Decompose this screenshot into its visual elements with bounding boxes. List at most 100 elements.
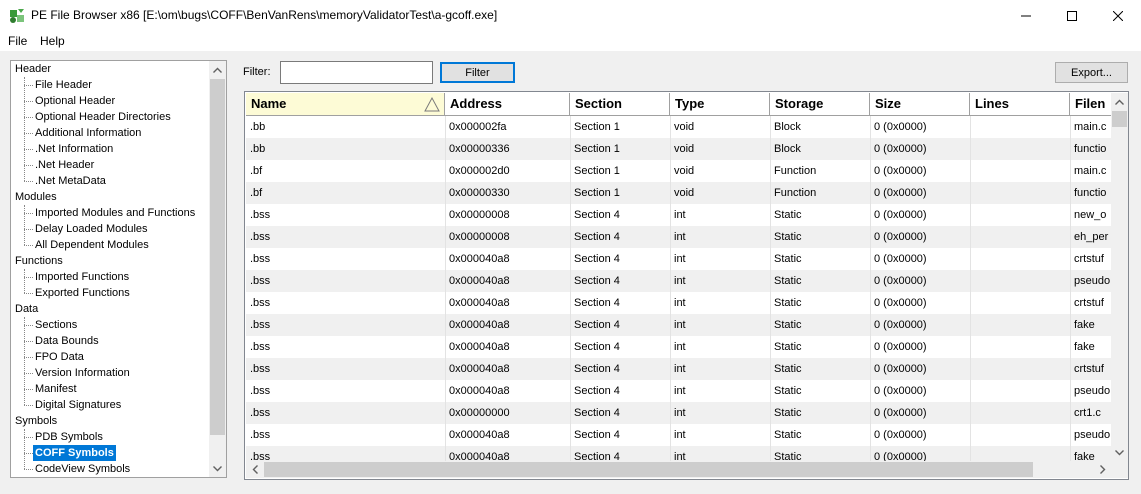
export-button[interactable]: Export...	[1055, 62, 1128, 83]
tree-node-functions[interactable]: Functions	[15, 253, 63, 269]
cell-type: int	[674, 363, 686, 375]
tree-node-modules[interactable]: Modules	[15, 189, 57, 205]
column-header-name[interactable]: Name	[246, 93, 445, 116]
cell-section: Section 4	[574, 231, 620, 243]
scroll-up-icon[interactable]	[209, 61, 226, 78]
tree-item-codeview-symbols[interactable]: CodeView Symbols	[35, 461, 130, 477]
navigation-tree[interactable]: Header File Header Optional Header Optio…	[10, 60, 227, 478]
column-header-filename[interactable]: Filen	[1070, 93, 1111, 116]
table-row[interactable]: .bss 0x00000008 Section 4 int Static 0 (0x000…	[246, 226, 1111, 248]
tree-item-file-header[interactable]: File Header	[35, 77, 92, 93]
tree-item-coff-symbols[interactable]: COFF Symbols	[33, 445, 116, 461]
grid-hscroll-thumb[interactable]	[264, 462, 1033, 477]
filter-button[interactable]: Filter	[440, 62, 515, 83]
tree-item-all-dependent-modules[interactable]: All Dependent Modules	[35, 237, 149, 253]
tree-item-sections[interactable]: Sections	[35, 317, 77, 333]
table-row[interactable]: .bss 0x000040a8 Section 4 int Static 0 (0x000…	[246, 248, 1111, 270]
column-header-type[interactable]: Type	[670, 93, 770, 116]
tree-item-additional-information[interactable]: Additional Information	[35, 125, 141, 141]
cell-address: 0x000040a8	[449, 363, 510, 375]
tree-item-version-information[interactable]: Version Information	[35, 365, 130, 381]
table-row[interactable]: .bb 0x000002fa Section 1 void Block 0 (0x0000…	[246, 116, 1111, 138]
tree-vertical-scrollbar[interactable]	[209, 61, 226, 477]
tree-item-exported-functions[interactable]: Exported Functions	[35, 285, 130, 301]
cell-name: .bss	[250, 429, 271, 441]
cell-storage: Static	[774, 385, 802, 397]
cell-address: 0x000040a8	[449, 385, 510, 397]
tree-item-pdb-symbols[interactable]: PDB Symbols	[35, 429, 103, 445]
table-row[interactable]: .bb 0x00000336 Section 1 void Block 0 (0x0000…	[246, 138, 1111, 160]
table-row[interactable]: .bss 0x00000008 Section 4 int Static 0 (0x000…	[246, 204, 1111, 226]
tree-item-optional-header-directories[interactable]: Optional Header Directories	[35, 109, 171, 125]
column-header-storage[interactable]: Storage	[770, 93, 870, 116]
cell-section: Section 1	[574, 143, 620, 155]
menu-help[interactable]: Help	[40, 34, 65, 48]
table-row[interactable]: .bf 0x000002d0 Section 1 void Function 0 (0x0…	[246, 160, 1111, 182]
table-row[interactable]: .bss 0x000040a8 Section 4 int Static 0 (0x000…	[246, 292, 1111, 314]
cell-type: int	[674, 297, 686, 309]
close-button[interactable]	[1095, 0, 1141, 31]
cell-storage: Static	[774, 341, 802, 353]
tree-item-data-bounds[interactable]: Data Bounds	[35, 333, 99, 349]
tree-node-data[interactable]: Data	[15, 301, 38, 317]
cell-name: .bss	[250, 297, 271, 309]
cell-lines	[970, 358, 1070, 380]
tree-node-header[interactable]: Header	[15, 61, 51, 77]
close-icon	[1113, 10, 1123, 21]
tree-connector	[24, 269, 25, 293]
scroll-down-icon[interactable]	[209, 460, 226, 477]
table-row[interactable]: .bss 0x00000000 Section 4 int Static 0 (0x000…	[246, 402, 1111, 424]
tree-item-net-metadata[interactable]: .Net MetaData	[35, 173, 106, 189]
tree-connector	[24, 205, 25, 245]
tree-item-manifest[interactable]: Manifest	[35, 381, 77, 397]
tree-scroll-thumb[interactable]	[210, 79, 225, 435]
table-row[interactable]: .bss 0x000040a8 Section 4 int Static 0 (0x000…	[246, 336, 1111, 358]
scroll-right-icon[interactable]	[1094, 461, 1111, 478]
cell-name: .bss	[250, 253, 271, 265]
tree-item-imported-functions[interactable]: Imported Functions	[35, 269, 129, 285]
filter-input[interactable]	[280, 61, 433, 84]
column-header-size[interactable]: Size	[870, 93, 970, 116]
table-row[interactable]: .bss 0x000040a8 Section 4 int Static 0 (0x000…	[246, 424, 1111, 446]
tree-item-delay-loaded-modules[interactable]: Delay Loaded Modules	[35, 221, 148, 237]
cell-section: Section 4	[574, 209, 620, 221]
menu-file[interactable]: File	[8, 34, 27, 48]
coff-symbols-grid[interactable]: Name Address Section Type Storage Size L…	[244, 91, 1129, 480]
maximize-button[interactable]	[1049, 0, 1095, 31]
scroll-left-icon[interactable]	[246, 461, 263, 478]
cell-lines	[970, 402, 1070, 424]
cell-name: .bss	[250, 385, 271, 397]
cell-size: 0 (0x0000)	[874, 275, 927, 287]
cell-type: int	[674, 429, 686, 441]
cell-filename: crt1.c	[1074, 407, 1101, 419]
cell-filename: pseudo	[1074, 275, 1111, 287]
scroll-up-icon[interactable]	[1111, 93, 1128, 110]
column-header-section[interactable]: Section	[570, 93, 670, 116]
cell-type: int	[674, 275, 686, 287]
tree-item-fpo-data[interactable]: FPO Data	[35, 349, 84, 365]
minimize-button[interactable]	[1003, 0, 1049, 31]
table-row[interactable]: .bss 0x000040a8 Section 4 int Static 0 (0x000…	[246, 358, 1111, 380]
cell-filename: crtstuf	[1074, 363, 1104, 375]
scroll-down-icon[interactable]	[1111, 444, 1128, 461]
cell-section: Section 4	[574, 385, 620, 397]
cell-size: 0 (0x0000)	[874, 187, 927, 199]
table-row[interactable]: .bss 0x000040a8 Section 4 int Static 0 (0x000…	[246, 380, 1111, 402]
cell-address: 0x00000330	[449, 187, 510, 199]
tree-item-optional-header[interactable]: Optional Header	[35, 93, 115, 109]
grid-vertical-scrollbar[interactable]	[1111, 93, 1128, 461]
table-row[interactable]: .bf 0x00000330 Section 1 void Function 0 (0x0…	[246, 182, 1111, 204]
tree-item-digital-signatures[interactable]: Digital Signatures	[35, 397, 121, 413]
grid-horizontal-scrollbar[interactable]	[246, 461, 1111, 478]
cell-section: Section 4	[574, 275, 620, 287]
column-header-address[interactable]: Address	[445, 93, 570, 116]
table-row[interactable]: .bss 0x000040a8 Section 4 int Static 0 (0x000…	[246, 314, 1111, 336]
cell-section: Section 1	[574, 187, 620, 199]
tree-item-net-information[interactable]: .Net Information	[35, 141, 113, 157]
grid-vscroll-thumb[interactable]	[1112, 111, 1127, 127]
tree-item-imported-modules[interactable]: Imported Modules and Functions	[35, 205, 195, 221]
column-header-lines[interactable]: Lines	[970, 93, 1070, 116]
table-row[interactable]: .bss 0x000040a8 Section 4 int Static 0 (0x000…	[246, 270, 1111, 292]
tree-node-symbols[interactable]: Symbols	[15, 413, 57, 429]
tree-item-net-header[interactable]: .Net Header	[35, 157, 94, 173]
